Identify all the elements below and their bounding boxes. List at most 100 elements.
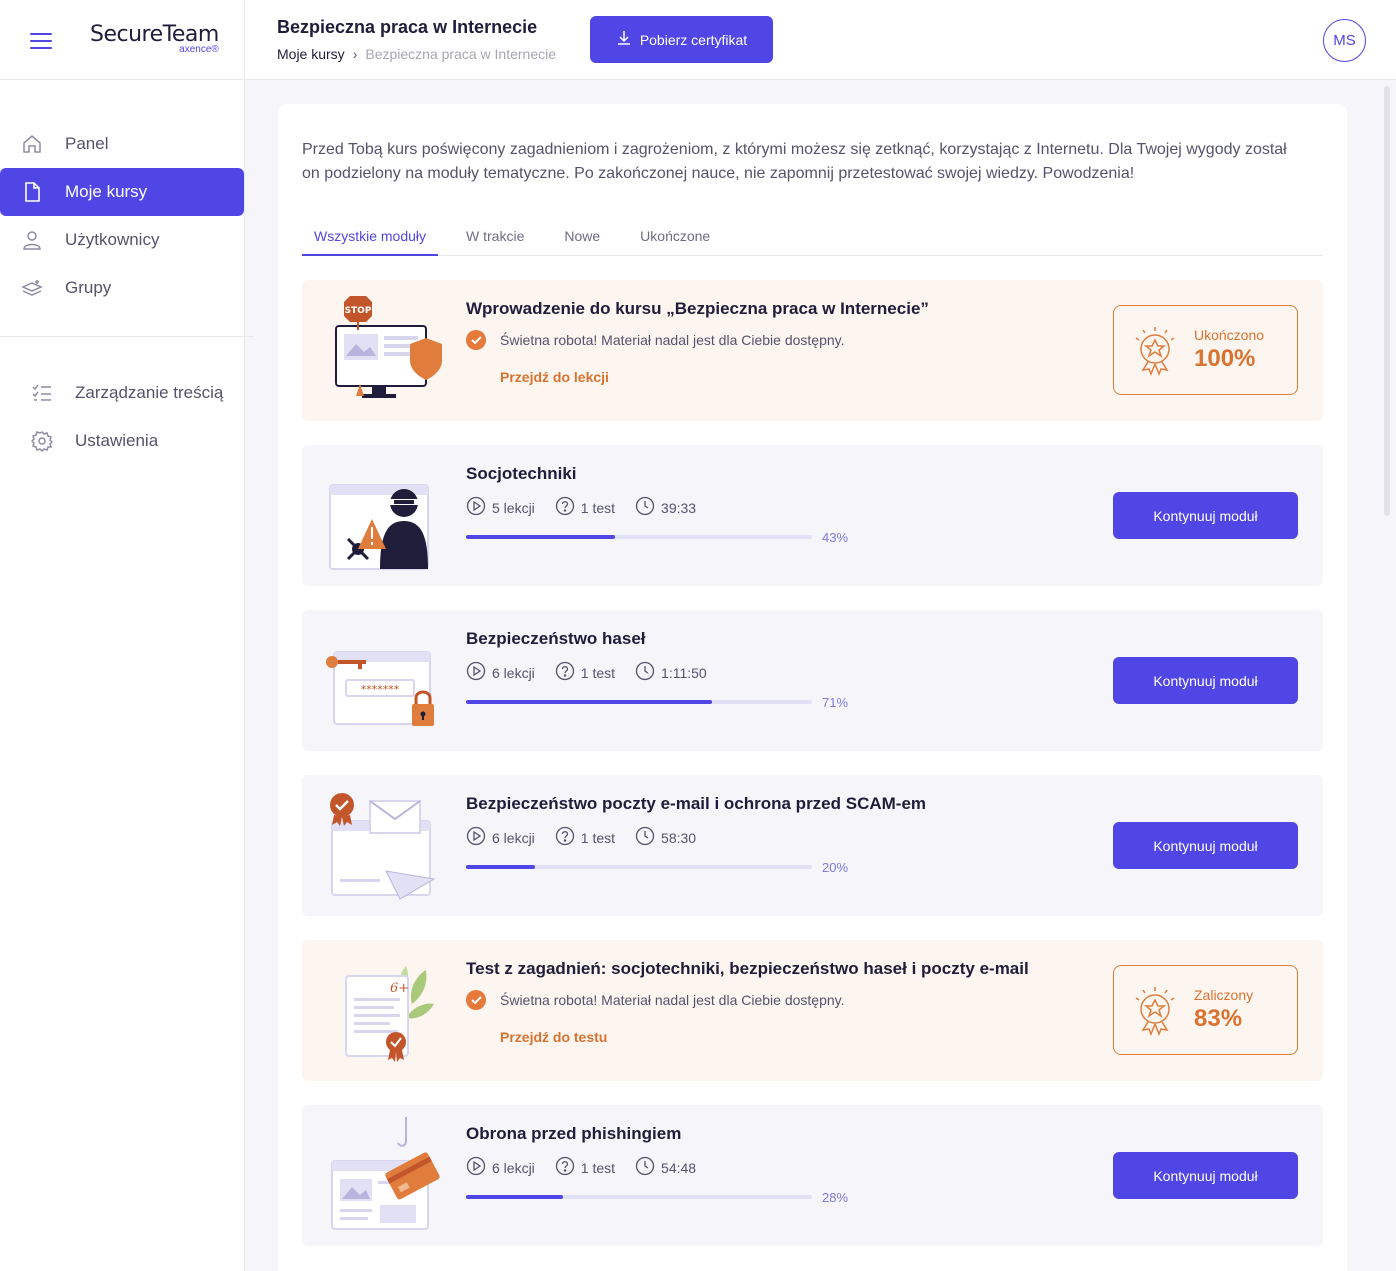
- test-sheet-illustration: 6+: [326, 952, 446, 1068]
- continue-module-button[interactable]: Kontynuuj moduł: [1113, 657, 1298, 704]
- lessons-count: 6 lekcji: [492, 829, 535, 846]
- play-icon: [466, 661, 486, 684]
- checklist-icon: [30, 381, 54, 405]
- tests-count: 1 test: [580, 829, 616, 846]
- hacker-illustration: [326, 457, 446, 573]
- status-text: Ukończono 100%: [1194, 327, 1265, 372]
- sidebar-item-label: Moje kursy: [65, 182, 148, 201]
- module-tabs: Wszystkie moduły W trakcie Nowe Ukończon…: [302, 222, 1323, 256]
- tests-count: 1 test: [580, 664, 616, 681]
- email-envelope-illustration: [326, 787, 446, 903]
- document-icon: [20, 180, 44, 204]
- status-label: Zaliczony: [1194, 987, 1254, 1004]
- module-meta: 6 lekcji 1 test 1:11:50: [466, 661, 727, 684]
- progress-bar: [466, 700, 812, 704]
- breadcrumb-root[interactable]: Moje kursy: [277, 46, 345, 62]
- module-card: Bezpieczeństwo poczty e-mail i ochrona p…: [302, 775, 1323, 916]
- module-meta: 6 lekcji 1 test 58:30: [466, 826, 716, 849]
- svg-text:STOP: STOP: [345, 306, 372, 316]
- progress-percent: 28%: [822, 1190, 849, 1205]
- progress-fill: [466, 1195, 563, 1199]
- tab-completed[interactable]: Ukończone: [628, 222, 722, 256]
- module-title[interactable]: Bezpieczeństwo haseł: [466, 629, 646, 649]
- sidebar-item-zarzadzanie-trescia[interactable]: Zarządzanie treścią: [10, 369, 234, 417]
- scrollbar[interactable]: [1384, 86, 1390, 516]
- message-text: Świetna robota! Materiał nadal jest dla …: [500, 992, 845, 1008]
- course-intro: Przed Tobą kurs poświęcony zagadnieniom …: [302, 141, 1287, 182]
- module-completed-message: Świetna robota! Materiał nadal jest dla …: [466, 330, 845, 350]
- module-completed-message: Świetna robota! Materiał nadal jest dla …: [466, 990, 845, 1010]
- avatar[interactable]: MS: [1323, 19, 1366, 62]
- status-value: 100%: [1194, 344, 1256, 372]
- progress-bar: [466, 535, 812, 539]
- top-header: Bezpieczna praca w Internecie Moje kursy…: [245, 0, 1396, 80]
- progress-percent: 43%: [822, 530, 849, 545]
- svg-text:*******: *******: [361, 683, 400, 696]
- question-icon: [555, 1156, 575, 1179]
- sidebar: SecureTeam axence® Panel Moje kursy Użyt…: [0, 0, 254, 1271]
- tab-in-progress[interactable]: W trakcie: [454, 222, 536, 256]
- continue-module-button[interactable]: Kontynuuj moduł: [1113, 1152, 1298, 1199]
- play-icon: [466, 496, 486, 519]
- continue-module-button[interactable]: Kontynuuj moduł: [1113, 822, 1298, 869]
- duration: 1:11:50: [661, 664, 707, 681]
- lessons-count: 6 lekcji: [492, 1159, 535, 1176]
- nav-secondary: Zarządzanie treścią Ustawienia: [0, 337, 244, 465]
- tab-new[interactable]: Nowe: [552, 222, 612, 256]
- continue-module-button[interactable]: Kontynuuj moduł: [1113, 492, 1298, 539]
- sidebar-item-label: Ustawienia: [75, 431, 159, 450]
- question-icon: [555, 826, 575, 849]
- tab-all-modules[interactable]: Wszystkie moduły: [302, 222, 439, 256]
- clock-icon: [635, 496, 655, 519]
- logo[interactable]: SecureTeam axence®: [90, 24, 219, 55]
- module-title[interactable]: Socjotechniki: [466, 464, 577, 484]
- gear-icon: [30, 429, 54, 453]
- lessons-count: 6 lekcji: [492, 664, 535, 681]
- question-icon: [555, 661, 575, 684]
- module-title[interactable]: Test z zagadnień: socjotechniki, bezpiec…: [466, 959, 1029, 979]
- download-certificate-label: Pobierz certyfikat: [639, 31, 748, 48]
- duration: 58:30: [661, 829, 697, 846]
- go-to-test-link[interactable]: Przejdź do testu: [500, 1029, 607, 1045]
- medal-icon: [1128, 323, 1182, 377]
- menu-icon[interactable]: [30, 31, 52, 49]
- sidebar-item-uzytkownicy[interactable]: Użytkownicy: [0, 216, 244, 264]
- svg-text:6+: 6+: [390, 981, 409, 996]
- nav-main: Panel Moje kursy Użytkownicy Grupy: [0, 80, 254, 337]
- lessons-count: 5 lekcji: [492, 499, 535, 516]
- go-to-lesson-link[interactable]: Przejdź do lekcji: [500, 369, 609, 385]
- duration: 39:33: [661, 499, 697, 516]
- status-label: Ukończono: [1194, 327, 1265, 344]
- progress-percent: 20%: [822, 860, 849, 875]
- play-icon: [466, 826, 486, 849]
- question-icon: [555, 496, 575, 519]
- duration: 54:48: [661, 1159, 697, 1176]
- status-value: 83%: [1194, 1004, 1243, 1032]
- module-title[interactable]: Bezpieczeństwo poczty e-mail i ochrona p…: [466, 794, 926, 814]
- layers-icon: [20, 276, 44, 300]
- clock-icon: [635, 826, 655, 849]
- sidebar-item-moje-kursy[interactable]: Moje kursy: [0, 168, 244, 216]
- status-badge: Ukończono 100%: [1113, 305, 1298, 395]
- module-card: Socjotechniki 5 lekcji 1 test 39:33 43% …: [302, 445, 1323, 586]
- status-badge: Zaliczony 83%: [1113, 965, 1298, 1055]
- message-text: Świetna robota! Materiał nadal jest dla …: [500, 332, 845, 348]
- page-title: Bezpieczna praca w Internecie: [277, 17, 538, 37]
- logo-text: SecureTeam: [90, 22, 219, 47]
- module-card: STOP Wprowadzenie do kursu „Bezpieczna p…: [302, 280, 1323, 421]
- sidebar-item-label: Grupy: [65, 278, 112, 297]
- progress-percent: 71%: [822, 695, 849, 710]
- check-icon: [466, 990, 486, 1010]
- sidebar-item-panel[interactable]: Panel: [0, 120, 244, 168]
- tests-count: 1 test: [580, 499, 616, 516]
- course-card: Przed Tobą kurs poświęcony zagadnieniom …: [278, 104, 1347, 1271]
- stop-sign-monitor-illustration: STOP: [326, 292, 446, 408]
- module-card: Obrona przed phishingiem 6 lekcji 1 test…: [302, 1105, 1323, 1246]
- sidebar-item-grupy[interactable]: Grupy: [0, 264, 244, 312]
- module-title[interactable]: Obrona przed phishingiem: [466, 1124, 681, 1144]
- download-certificate-button[interactable]: Pobierz certyfikat: [590, 16, 773, 63]
- module-meta: 6 lekcji 1 test 54:48: [466, 1156, 716, 1179]
- sidebar-item-ustawienia[interactable]: Ustawienia: [10, 417, 234, 465]
- module-title[interactable]: Wprowadzenie do kursu „Bezpieczna praca …: [466, 299, 929, 319]
- check-icon: [466, 330, 486, 350]
